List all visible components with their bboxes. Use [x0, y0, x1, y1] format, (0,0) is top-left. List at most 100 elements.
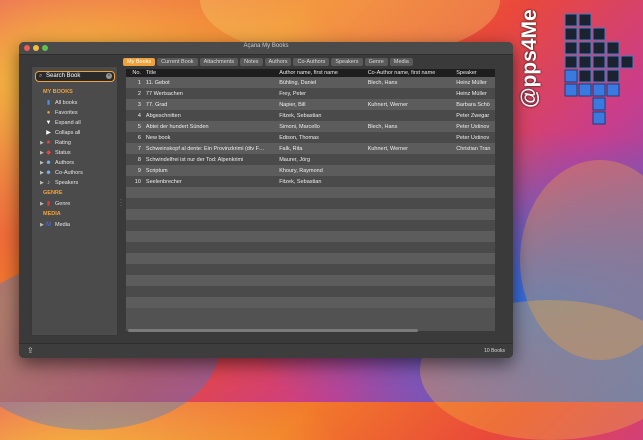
triangle-down-icon: ▼: [45, 119, 52, 126]
sidebar-item-media[interactable]: ▶ M Media: [40, 220, 70, 229]
tab-attachments[interactable]: Attachments: [199, 58, 239, 66]
cell-author: Fitzek, Sebastian: [279, 178, 322, 185]
empty-table-row: [126, 220, 495, 231]
cell-title: Abgeschnitten: [145, 112, 181, 119]
app-window: Açana My Books ⌕ Search Book × MY BOOKS ▮…: [19, 42, 513, 358]
tab-my-books[interactable]: My Books: [123, 58, 156, 66]
sidebar-item-label: Media: [55, 221, 70, 228]
sidebar-item-label: Genre: [55, 200, 71, 207]
cell-speaker: Heinz Müller: [456, 79, 487, 86]
tab-co-authors[interactable]: Co-Authors: [293, 58, 330, 66]
horizontal-scrollbar[interactable]: [128, 329, 418, 332]
table-row[interactable]: 10 Seelenbrecher Fitzek, Sebastian: [126, 176, 495, 187]
sidebar-item-label: Collaps all: [55, 129, 81, 136]
clear-search-icon[interactable]: ×: [106, 73, 112, 79]
sidebar-item-label: Rating: [55, 139, 71, 146]
window-title: Açana My Books: [243, 43, 289, 49]
cell-no: 2: [137, 90, 141, 97]
table-row[interactable]: 9 Scriptum Khoury, Raymond: [126, 165, 495, 176]
cell-no: 9: [137, 167, 141, 174]
sidebar-item-genre[interactable]: ▶ ▮ Genre: [40, 199, 70, 208]
column-header-author[interactable]: Author name, first name: [279, 70, 368, 76]
cell-speaker: Barbara Schö: [456, 101, 490, 108]
empty-table-row: [126, 253, 495, 264]
table-row[interactable]: 4 Abgeschnitten Fitzek, Sebastian Peter Zwe…: [126, 110, 495, 121]
empty-table-row: [126, 231, 495, 242]
sidebar-item-co-authors[interactable]: ▶ ☻ Co-Authors: [40, 168, 83, 177]
cell-title: 77. Grad: [145, 101, 168, 108]
table-row[interactable]: 2 77 Wertsachen Frey, Peter Heinz Müller: [126, 88, 495, 99]
sidebar-item-favorites[interactable]: ● Favorites: [40, 108, 78, 117]
cell-title: 11. Gebot: [145, 79, 170, 86]
cell-co-author: Kuhnert, Werner: [367, 101, 408, 108]
sidebar-item-status[interactable]: ▶ ◆ Status: [40, 148, 71, 157]
tab-current-book[interactable]: Current Book: [157, 58, 198, 66]
empty-table-row: [126, 264, 495, 275]
tab-bar: My Books Current Book Attachments Notes Auth…: [123, 58, 413, 66]
cell-author: Maurer, Jörg: [279, 156, 311, 163]
cell-speaker: Christian Tran: [456, 145, 491, 152]
empty-table-row: [126, 286, 495, 297]
sidebar-item-label: Authors: [55, 159, 74, 166]
sidebar-item-label: Expand all: [55, 119, 81, 126]
cell-no: 7: [137, 145, 141, 152]
heart-icon: ●: [46, 109, 51, 116]
splitter-handle[interactable]: · · ·: [120, 197, 122, 209]
cell-co-author: Kuhnert, Werner: [367, 145, 408, 152]
cell-author: Khoury, Raymond: [279, 167, 323, 174]
cell-no: 10: [134, 178, 141, 185]
cell-author: Falk, Rita: [279, 145, 303, 152]
column-header-speaker[interactable]: Speaker: [456, 70, 495, 76]
cell-author: Frey, Peter: [279, 90, 306, 97]
sidebar-item-speakers[interactable]: ▶ ♪ Speakers: [40, 178, 78, 187]
status-bar: ⇪ 10 Books: [19, 343, 513, 358]
table-row[interactable]: 7 Schweinskopf al dente: Ein Provinzkrimi…: [126, 143, 495, 154]
table-row[interactable]: 1 11. Gebot Bühling, Daniel Blech, Hans Hein…: [126, 77, 495, 88]
cell-title: Seelenbrecher: [145, 178, 182, 185]
column-header-no[interactable]: No.: [126, 70, 144, 76]
column-header-title[interactable]: Title: [144, 70, 279, 76]
sidebar-header-media: MEDIA: [43, 211, 61, 217]
empty-table-row: [126, 275, 495, 286]
sidebar-item-all-books[interactable]: ▮ All books: [40, 98, 77, 107]
tab-genre[interactable]: Genre: [364, 58, 388, 66]
cell-no: 1: [137, 79, 141, 86]
sidebar-item-label: Status: [55, 149, 71, 156]
media-icon: M: [46, 221, 51, 228]
book-count: 10 Books: [484, 348, 505, 354]
cell-author: Fitzek, Sebastian: [279, 112, 322, 119]
authors-icon: ☻: [45, 159, 52, 166]
cell-author: Edison, Thomas: [279, 134, 319, 141]
share-icon[interactable]: ⇪: [27, 346, 34, 355]
cell-no: 4: [137, 112, 141, 119]
sidebar-item-expand-all[interactable]: ▼ Expand all: [40, 118, 81, 127]
sidebar-item-authors[interactable]: ▶ ☻ Authors: [40, 158, 74, 167]
sidebar-item-rating[interactable]: ▶ ★ Rating: [40, 138, 71, 147]
table-row[interactable]: 8 Schwindelfrei ist nur der Tod: Alpenkri…: [126, 154, 495, 165]
table-row[interactable]: 5 Abtei der hundert Sünden Simoni, Marcell…: [126, 121, 495, 132]
tab-speakers[interactable]: Speakers: [331, 58, 363, 66]
empty-table-row: [126, 209, 495, 220]
cell-speaker: Peter Zwegar: [456, 112, 490, 119]
search-icon: ⌕: [39, 73, 43, 79]
cell-title: Abtei der hundert Sünden: [145, 123, 209, 130]
empty-table-row: [126, 187, 495, 198]
genre-icon: ▮: [46, 201, 51, 207]
tab-authors[interactable]: Authors: [264, 58, 292, 66]
table-row[interactable]: 3 77. Grad Napier, Bill Kuhnert, Werner Barb…: [126, 99, 495, 110]
title-bar: Açana My Books: [19, 42, 513, 55]
cell-title: Schweinskopf al dente: Ein Provinzkrimi …: [145, 145, 265, 152]
tab-media[interactable]: Media: [389, 58, 413, 66]
table-row[interactable]: 6 New book Edison, Thomas Peter Ustinov: [126, 132, 495, 143]
rating-icon: ★: [45, 140, 52, 146]
column-header-co-author[interactable]: Co-Author name, first name: [368, 70, 457, 76]
cell-author: Napier, Bill: [279, 101, 306, 108]
sidebar-header-genre: GENRE: [43, 190, 63, 196]
sidebar-item-collaps-all[interactable]: ▶ Collaps all: [40, 128, 80, 137]
search-field[interactable]: ⌕ Search Book ×: [35, 71, 115, 82]
search-input[interactable]: Search Book: [46, 73, 80, 79]
book-icon: ▮: [46, 100, 51, 106]
books-table: No. Title Author name, first name Co-Aut…: [126, 69, 495, 331]
tab-notes[interactable]: Notes: [240, 58, 263, 66]
apps4me-logo-text: @pps4Me: [518, 9, 541, 108]
